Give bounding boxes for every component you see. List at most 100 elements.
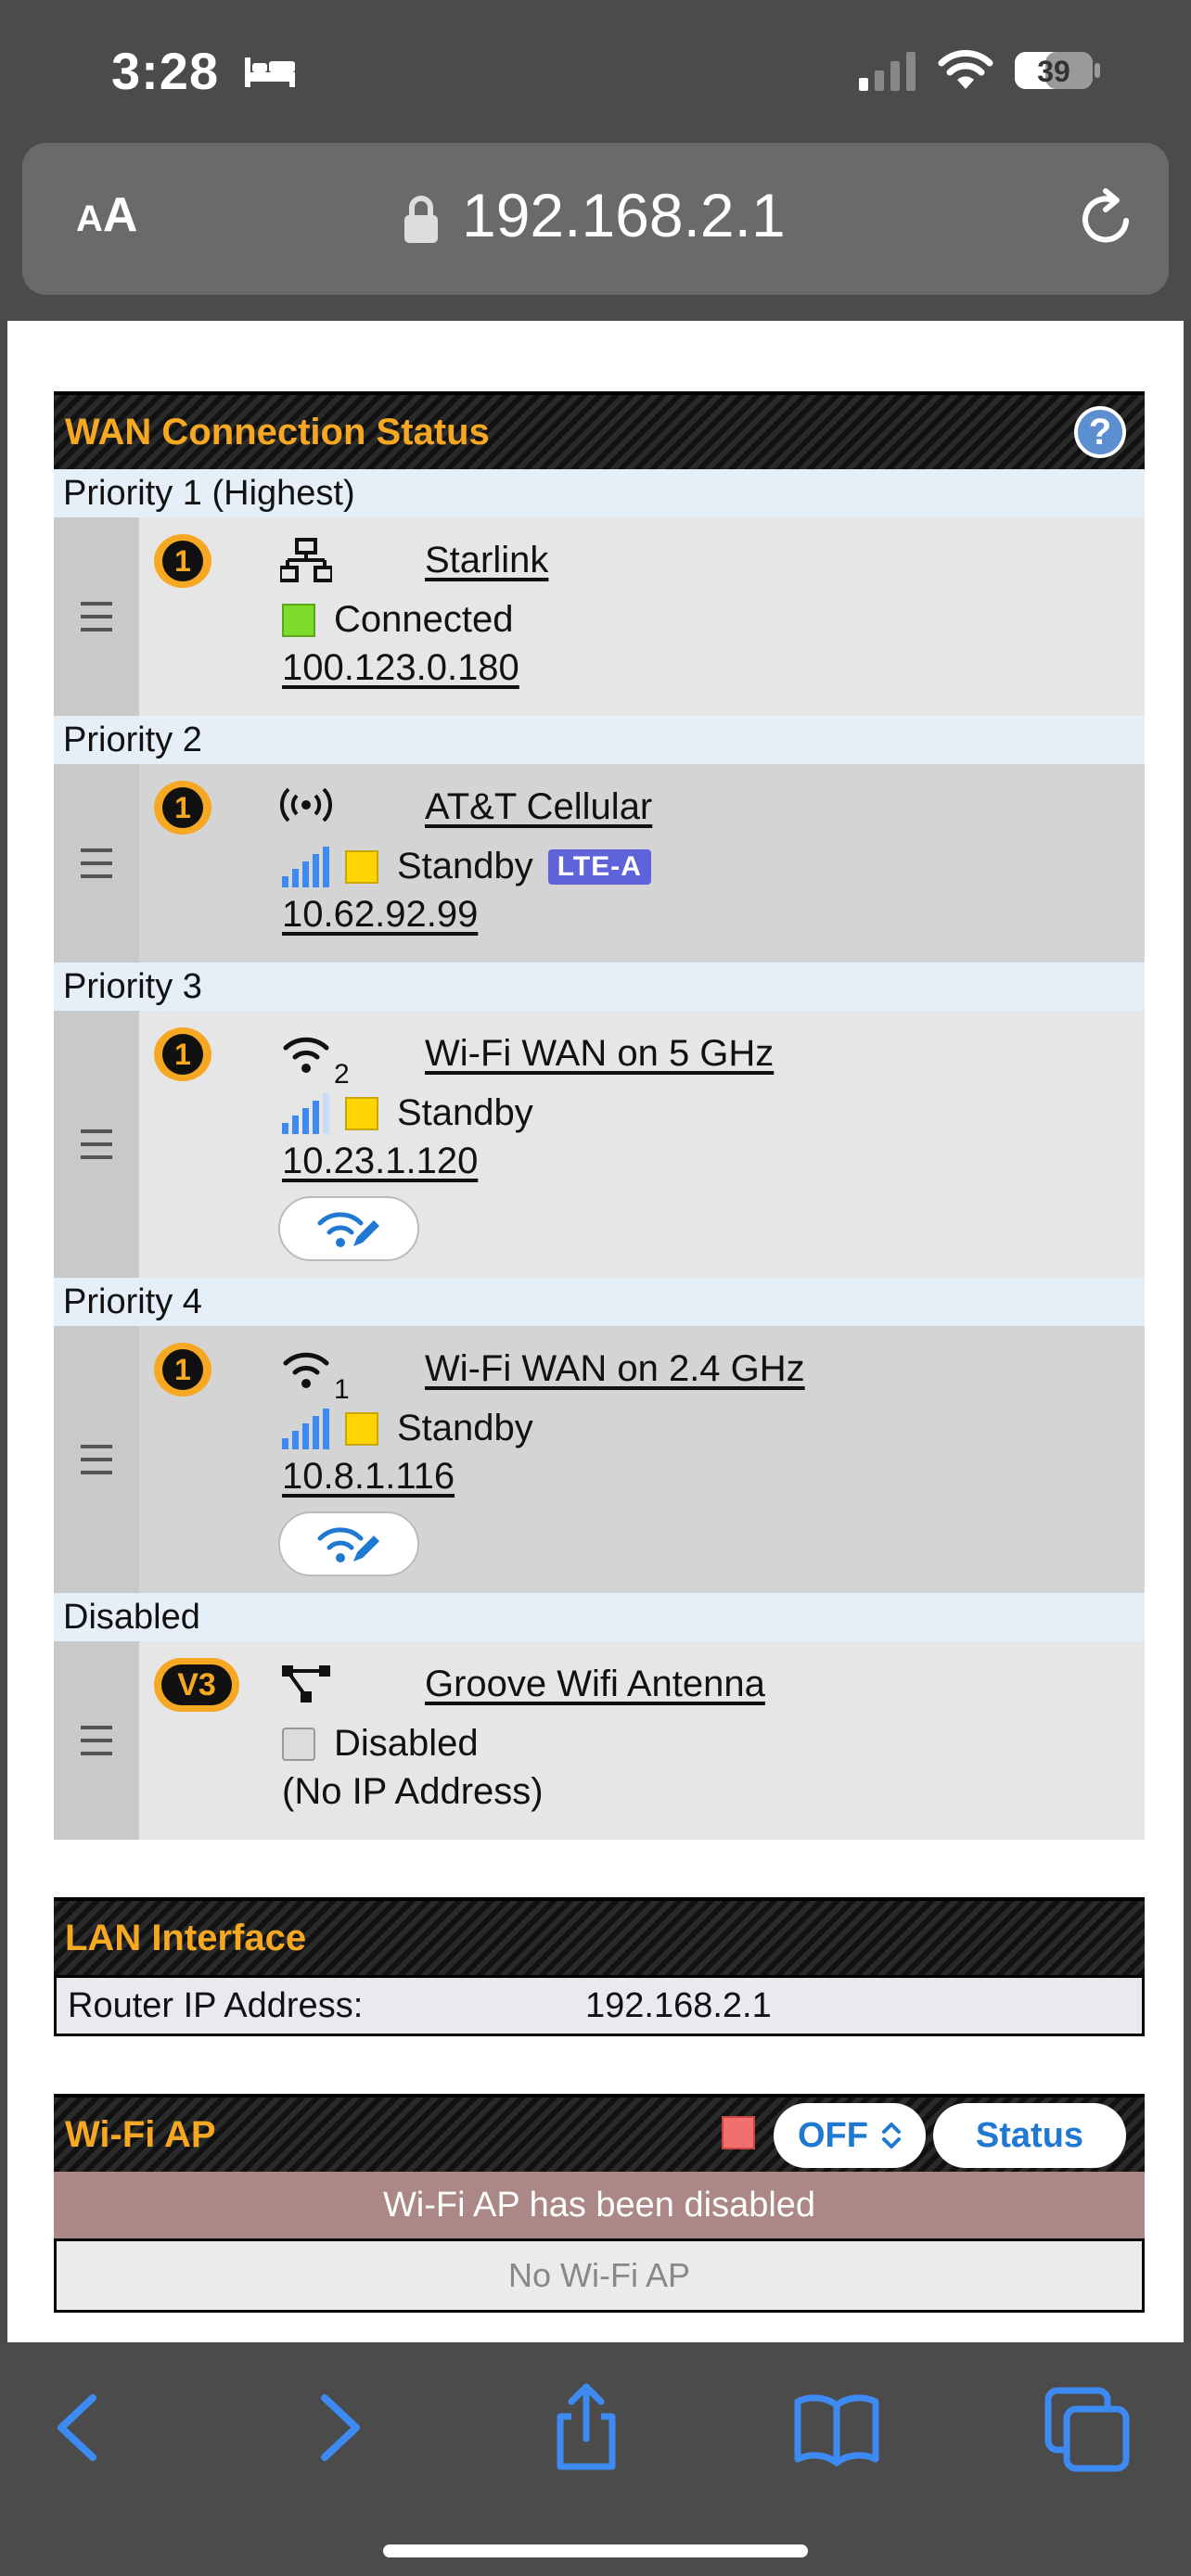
chevron-updown-icon xyxy=(881,2123,901,2149)
drag-handle-icon[interactable] xyxy=(54,1641,139,1840)
battery-icon: 39 xyxy=(1013,48,1102,93)
wifi-settings-button[interactable] xyxy=(278,1196,419,1261)
wan-status-text: Disabled xyxy=(334,1723,479,1764)
address-bar[interactable]: AA 192.168.2.1 xyxy=(22,143,1169,295)
wifi-icon xyxy=(283,1352,329,1388)
lan-panel: LAN Interface Router IP Address: 192.168… xyxy=(54,1897,1145,2036)
text-size-button[interactable]: AA xyxy=(76,187,137,243)
wan-ip-link[interactable]: 10.23.1.120 xyxy=(282,1141,478,1182)
wan-status-line: Standby xyxy=(282,1092,533,1134)
priority-label: Priority 1 (Highest) xyxy=(54,469,1145,517)
priority-badge: 1 xyxy=(154,781,211,835)
wan-name-link[interactable]: Wi-Fi WAN on 5 GHz xyxy=(425,1033,774,1075)
drag-handle-icon[interactable] xyxy=(54,764,139,963)
wifi-ap-header: Wi-Fi AP OFF Status xyxy=(54,2094,1145,2172)
priority-label: Priority 4 xyxy=(54,1278,1145,1326)
wan-ip-link[interactable]: 10.62.92.99 xyxy=(282,894,478,936)
web-page: WAN Connection Status ? Priority 1 (High… xyxy=(7,321,1184,2342)
ap-select-value: OFF xyxy=(798,2115,868,2155)
tabs-icon[interactable] xyxy=(1041,2381,1133,2474)
status-indicator xyxy=(282,1727,315,1761)
browser-chrome: 3:28 39 AA 192.168.2.1 xyxy=(0,0,1191,321)
back-icon[interactable] xyxy=(33,2381,126,2474)
status-indicator xyxy=(345,1096,378,1130)
wan-ip-link[interactable]: 100.123.0.180 xyxy=(282,647,519,689)
lock-icon xyxy=(404,196,438,243)
wifi-icon xyxy=(283,1037,329,1073)
wan-panel-title: WAN Connection Status xyxy=(65,411,490,453)
lan-panel-title: LAN Interface xyxy=(65,1917,307,1958)
priority-badge: 1 xyxy=(154,534,211,588)
version-badge: V3 xyxy=(154,1658,239,1712)
wan-status-line: Connected xyxy=(282,599,513,641)
wifi-radio-number: 1 xyxy=(334,1374,350,1405)
wan-status-text: Standby xyxy=(397,1092,533,1133)
ap-empty-text: No Wi-Fi AP xyxy=(54,2238,1145,2313)
wifi-ap-panel: Wi-Fi AP OFF Status Wi-Fi AP has been di… xyxy=(54,2094,1145,2313)
network-icon xyxy=(282,1665,330,1702)
wan-ip-link[interactable]: 10.8.1.116 xyxy=(282,1456,455,1498)
priority-label: Disabled xyxy=(54,1593,1145,1641)
wifi-settings-button[interactable] xyxy=(278,1511,419,1576)
signal-strength-icon xyxy=(282,1092,329,1134)
network-type-badge: LTE-A xyxy=(547,848,651,885)
wan-status-line: Disabled xyxy=(282,1723,479,1765)
signal-strength-icon xyxy=(282,1408,329,1449)
wan-status-text: Standby xyxy=(397,1408,533,1448)
wan-name-link[interactable]: AT&T Cellular xyxy=(425,786,652,828)
lan-ip-row: Router IP Address: 192.168.2.1 xyxy=(54,1975,1145,2036)
priority-label: Priority 2 xyxy=(54,716,1145,764)
lan-panel-header: LAN Interface xyxy=(54,1897,1145,1975)
share-icon[interactable] xyxy=(540,2381,633,2474)
priority-badge: 1 xyxy=(154,1027,211,1081)
reload-icon[interactable] xyxy=(1072,185,1139,252)
status-indicator xyxy=(282,603,315,637)
wan-ip-text: (No IP Address) xyxy=(282,1771,544,1812)
status-time: 3:28 xyxy=(111,42,220,100)
wifi-radio-number: 2 xyxy=(334,1059,350,1090)
wan-name-link[interactable]: Groove Wifi Antenna xyxy=(425,1664,765,1705)
wifi-ap-title: Wi-Fi AP xyxy=(65,2113,216,2155)
cellular-icon xyxy=(280,787,332,823)
forward-icon[interactable] xyxy=(291,2381,384,2474)
wan-status-line: Standby xyxy=(282,1408,533,1449)
wan-panel-header: WAN Connection Status ? xyxy=(54,391,1145,469)
sleep-focus-icon xyxy=(245,57,295,87)
drag-handle-icon[interactable] xyxy=(54,1326,139,1593)
lan-ip-label: Router IP Address: xyxy=(68,1985,364,2025)
wan-row-wifi-5ghz[interactable]: 1 2 Wi-Fi WAN on 5 GHz Standby 10.23.1.1… xyxy=(54,1011,1145,1278)
wifi-edit-icon xyxy=(317,1527,379,1562)
ap-status-indicator xyxy=(722,2116,755,2149)
signal-strength-icon xyxy=(282,846,329,887)
help-icon[interactable]: ? xyxy=(1074,406,1126,458)
ethernet-icon xyxy=(280,538,332,582)
priority-label: Priority 3 xyxy=(54,963,1145,1011)
home-indicator xyxy=(383,2544,808,2557)
lan-ip-value: 192.168.2.1 xyxy=(585,1985,772,2025)
drag-handle-icon[interactable] xyxy=(54,517,139,716)
drag-handle-icon[interactable] xyxy=(54,1011,139,1278)
ap-status-button[interactable]: Status xyxy=(933,2103,1126,2168)
wan-status-panel: WAN Connection Status ? Priority 1 (High… xyxy=(54,391,1145,1840)
wan-row-att[interactable]: 1 AT&T Cellular Standby LTE-A 10.62.92.9… xyxy=(54,764,1145,963)
wan-row-wifi-24ghz[interactable]: 1 1 Wi-Fi WAN on 2.4 GHz Standby 10.8.1.… xyxy=(54,1326,1145,1593)
cell-signal-icon xyxy=(859,52,916,91)
ap-toggle-select[interactable]: OFF xyxy=(774,2103,926,2168)
ap-disabled-message: Wi-Fi AP has been disabled xyxy=(54,2172,1145,2238)
wan-name-link[interactable]: Starlink xyxy=(425,540,548,581)
wifi-status-icon xyxy=(938,49,993,89)
wan-status-text: Standby xyxy=(397,846,533,886)
bookmarks-icon[interactable] xyxy=(790,2381,883,2474)
status-indicator xyxy=(345,1411,378,1446)
browser-toolbar xyxy=(0,2342,1191,2576)
wifi-edit-icon xyxy=(317,1212,379,1247)
wan-row-groove[interactable]: V3 Groove Wifi Antenna Disabled (No IP A… xyxy=(54,1641,1145,1840)
wan-status-text: Connected xyxy=(334,599,514,640)
wan-name-link[interactable]: Wi-Fi WAN on 2.4 GHz xyxy=(425,1348,805,1390)
priority-badge: 1 xyxy=(154,1343,211,1396)
battery-percent: 39 xyxy=(1037,55,1070,88)
url-text[interactable]: 192.168.2.1 xyxy=(462,180,786,250)
wan-status-line: Standby LTE-A xyxy=(282,846,651,887)
wan-row-starlink[interactable]: 1 Starlink Connected 100.123.0.180 xyxy=(54,517,1145,716)
status-indicator xyxy=(345,849,378,884)
